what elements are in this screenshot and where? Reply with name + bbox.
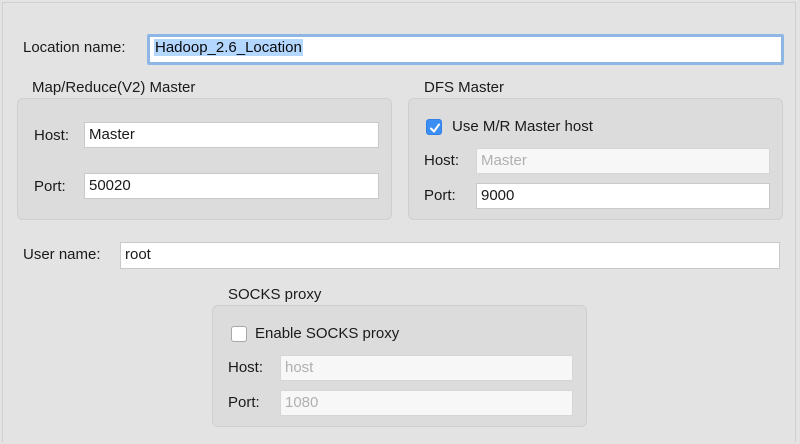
- mapreduce-host-label: Host:: [34, 127, 70, 144]
- location-name-input[interactable]: Hadoop_2.6_Location: [147, 34, 784, 65]
- use-mr-master-host-checkbox[interactable]: [426, 119, 442, 135]
- socks-port-label: Port:: [228, 394, 260, 411]
- checkmark-icon: [430, 123, 440, 133]
- dfs-port-input[interactable]: 9000: [476, 183, 770, 209]
- dfs-port-label: Port:: [424, 187, 456, 204]
- dfs-master-title: DFS Master: [424, 79, 505, 96]
- user-name-label: User name:: [23, 246, 101, 263]
- socks-host-input[interactable]: host: [280, 355, 573, 381]
- socks-port-input[interactable]: 1080: [280, 390, 573, 416]
- mapreduce-port-label: Port:: [34, 178, 66, 195]
- dfs-host-label: Host:: [424, 152, 460, 169]
- user-name-input[interactable]: root: [120, 242, 780, 269]
- mapreduce-host-input[interactable]: Master: [84, 122, 379, 148]
- enable-socks-proxy-label: Enable SOCKS proxy: [255, 325, 400, 342]
- location-name-value: Hadoop_2.6_Location: [154, 39, 303, 56]
- socks-proxy-title: SOCKS proxy: [228, 286, 322, 303]
- socks-host-label: Host:: [228, 359, 264, 376]
- mapreduce-master-group: [17, 98, 392, 220]
- use-mr-master-host-label: Use M/R Master host: [452, 118, 593, 135]
- location-name-label: Location name:: [23, 39, 126, 56]
- dfs-host-input[interactable]: Master: [476, 148, 770, 174]
- enable-socks-proxy-checkbox[interactable]: [231, 326, 247, 342]
- mapreduce-master-title: Map/Reduce(V2) Master: [32, 79, 196, 96]
- mapreduce-port-input[interactable]: 50020: [84, 173, 379, 199]
